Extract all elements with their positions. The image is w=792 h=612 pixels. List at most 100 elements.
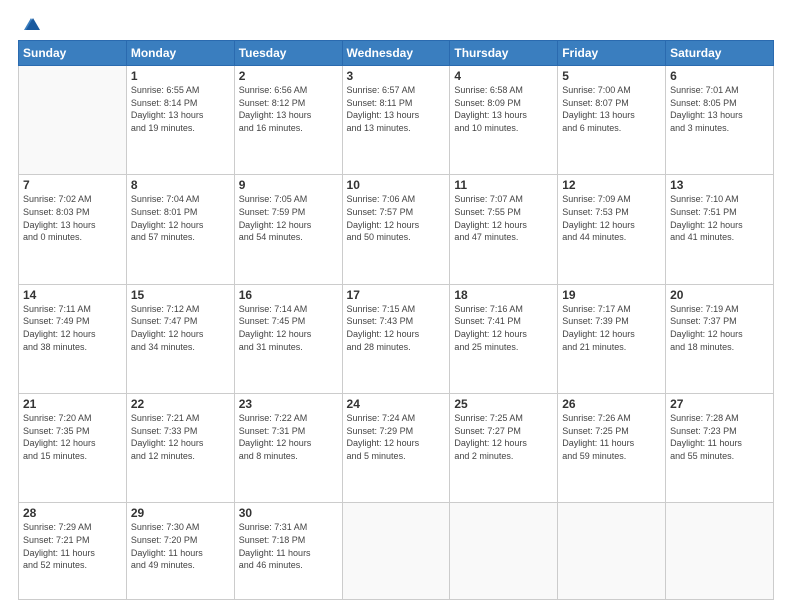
- day-number: 28: [23, 506, 122, 520]
- day-number: 5: [562, 69, 661, 83]
- day-info: Sunrise: 7:31 AMSunset: 7:18 PMDaylight:…: [239, 521, 338, 571]
- calendar-cell: 18Sunrise: 7:16 AMSunset: 7:41 PMDayligh…: [450, 284, 558, 393]
- day-number: 4: [454, 69, 553, 83]
- day-number: 1: [131, 69, 230, 83]
- calendar-cell: 26Sunrise: 7:26 AMSunset: 7:25 PMDayligh…: [558, 394, 666, 503]
- page-header: [18, 18, 774, 30]
- day-number: 20: [670, 288, 769, 302]
- day-number: 11: [454, 178, 553, 192]
- logo-icon: [20, 16, 42, 34]
- day-number: 23: [239, 397, 338, 411]
- day-info: Sunrise: 7:00 AMSunset: 8:07 PMDaylight:…: [562, 84, 661, 134]
- day-info: Sunrise: 6:57 AMSunset: 8:11 PMDaylight:…: [347, 84, 446, 134]
- day-number: 12: [562, 178, 661, 192]
- weekday-header-row: SundayMondayTuesdayWednesdayThursdayFrid…: [19, 41, 774, 66]
- day-info: Sunrise: 7:25 AMSunset: 7:27 PMDaylight:…: [454, 412, 553, 462]
- calendar-cell: 13Sunrise: 7:10 AMSunset: 7:51 PMDayligh…: [666, 175, 774, 284]
- calendar-cell: [450, 503, 558, 600]
- day-info: Sunrise: 7:12 AMSunset: 7:47 PMDaylight:…: [131, 303, 230, 353]
- day-info: Sunrise: 7:09 AMSunset: 7:53 PMDaylight:…: [562, 193, 661, 243]
- calendar-cell: 4Sunrise: 6:58 AMSunset: 8:09 PMDaylight…: [450, 66, 558, 175]
- day-info: Sunrise: 6:55 AMSunset: 8:14 PMDaylight:…: [131, 84, 230, 134]
- calendar-cell: 25Sunrise: 7:25 AMSunset: 7:27 PMDayligh…: [450, 394, 558, 503]
- day-info: Sunrise: 7:04 AMSunset: 8:01 PMDaylight:…: [131, 193, 230, 243]
- day-info: Sunrise: 6:58 AMSunset: 8:09 PMDaylight:…: [454, 84, 553, 134]
- day-info: Sunrise: 7:01 AMSunset: 8:05 PMDaylight:…: [670, 84, 769, 134]
- day-info: Sunrise: 7:19 AMSunset: 7:37 PMDaylight:…: [670, 303, 769, 353]
- day-info: Sunrise: 7:30 AMSunset: 7:20 PMDaylight:…: [131, 521, 230, 571]
- calendar-cell: 11Sunrise: 7:07 AMSunset: 7:55 PMDayligh…: [450, 175, 558, 284]
- calendar-cell: 7Sunrise: 7:02 AMSunset: 8:03 PMDaylight…: [19, 175, 127, 284]
- calendar-cell: 3Sunrise: 6:57 AMSunset: 8:11 PMDaylight…: [342, 66, 450, 175]
- calendar-cell: 10Sunrise: 7:06 AMSunset: 7:57 PMDayligh…: [342, 175, 450, 284]
- calendar-cell: 20Sunrise: 7:19 AMSunset: 7:37 PMDayligh…: [666, 284, 774, 393]
- calendar-table: SundayMondayTuesdayWednesdayThursdayFrid…: [18, 40, 774, 600]
- day-number: 16: [239, 288, 338, 302]
- day-info: Sunrise: 7:22 AMSunset: 7:31 PMDaylight:…: [239, 412, 338, 462]
- day-info: Sunrise: 7:15 AMSunset: 7:43 PMDaylight:…: [347, 303, 446, 353]
- day-number: 8: [131, 178, 230, 192]
- weekday-header-friday: Friday: [558, 41, 666, 66]
- day-number: 15: [131, 288, 230, 302]
- day-number: 29: [131, 506, 230, 520]
- calendar-cell: 24Sunrise: 7:24 AMSunset: 7:29 PMDayligh…: [342, 394, 450, 503]
- calendar-cell: 23Sunrise: 7:22 AMSunset: 7:31 PMDayligh…: [234, 394, 342, 503]
- day-info: Sunrise: 7:07 AMSunset: 7:55 PMDaylight:…: [454, 193, 553, 243]
- logo: [18, 18, 42, 30]
- day-number: 27: [670, 397, 769, 411]
- calendar-cell: 21Sunrise: 7:20 AMSunset: 7:35 PMDayligh…: [19, 394, 127, 503]
- calendar-cell: [558, 503, 666, 600]
- calendar-cell: 2Sunrise: 6:56 AMSunset: 8:12 PMDaylight…: [234, 66, 342, 175]
- day-info: Sunrise: 7:24 AMSunset: 7:29 PMDaylight:…: [347, 412, 446, 462]
- week-row-4: 21Sunrise: 7:20 AMSunset: 7:35 PMDayligh…: [19, 394, 774, 503]
- calendar-cell: 17Sunrise: 7:15 AMSunset: 7:43 PMDayligh…: [342, 284, 450, 393]
- calendar-cell: 12Sunrise: 7:09 AMSunset: 7:53 PMDayligh…: [558, 175, 666, 284]
- day-number: 14: [23, 288, 122, 302]
- day-number: 9: [239, 178, 338, 192]
- calendar-cell: [19, 66, 127, 175]
- calendar-cell: 5Sunrise: 7:00 AMSunset: 8:07 PMDaylight…: [558, 66, 666, 175]
- week-row-1: 1Sunrise: 6:55 AMSunset: 8:14 PMDaylight…: [19, 66, 774, 175]
- day-number: 3: [347, 69, 446, 83]
- weekday-header-saturday: Saturday: [666, 41, 774, 66]
- calendar-cell: 16Sunrise: 7:14 AMSunset: 7:45 PMDayligh…: [234, 284, 342, 393]
- calendar-cell: 22Sunrise: 7:21 AMSunset: 7:33 PMDayligh…: [126, 394, 234, 503]
- week-row-3: 14Sunrise: 7:11 AMSunset: 7:49 PMDayligh…: [19, 284, 774, 393]
- calendar-cell: 9Sunrise: 7:05 AMSunset: 7:59 PMDaylight…: [234, 175, 342, 284]
- day-number: 7: [23, 178, 122, 192]
- weekday-header-thursday: Thursday: [450, 41, 558, 66]
- day-info: Sunrise: 6:56 AMSunset: 8:12 PMDaylight:…: [239, 84, 338, 134]
- week-row-2: 7Sunrise: 7:02 AMSunset: 8:03 PMDaylight…: [19, 175, 774, 284]
- calendar-cell: 14Sunrise: 7:11 AMSunset: 7:49 PMDayligh…: [19, 284, 127, 393]
- day-number: 10: [347, 178, 446, 192]
- weekday-header-monday: Monday: [126, 41, 234, 66]
- calendar-cell: 6Sunrise: 7:01 AMSunset: 8:05 PMDaylight…: [666, 66, 774, 175]
- day-info: Sunrise: 7:14 AMSunset: 7:45 PMDaylight:…: [239, 303, 338, 353]
- calendar-cell: 19Sunrise: 7:17 AMSunset: 7:39 PMDayligh…: [558, 284, 666, 393]
- day-number: 18: [454, 288, 553, 302]
- day-info: Sunrise: 7:06 AMSunset: 7:57 PMDaylight:…: [347, 193, 446, 243]
- calendar-cell: 1Sunrise: 6:55 AMSunset: 8:14 PMDaylight…: [126, 66, 234, 175]
- calendar-cell: [342, 503, 450, 600]
- day-number: 26: [562, 397, 661, 411]
- day-info: Sunrise: 7:26 AMSunset: 7:25 PMDaylight:…: [562, 412, 661, 462]
- day-number: 2: [239, 69, 338, 83]
- day-number: 24: [347, 397, 446, 411]
- weekday-header-wednesday: Wednesday: [342, 41, 450, 66]
- calendar-cell: 28Sunrise: 7:29 AMSunset: 7:21 PMDayligh…: [19, 503, 127, 600]
- day-number: 13: [670, 178, 769, 192]
- day-info: Sunrise: 7:10 AMSunset: 7:51 PMDaylight:…: [670, 193, 769, 243]
- day-info: Sunrise: 7:29 AMSunset: 7:21 PMDaylight:…: [23, 521, 122, 571]
- day-number: 25: [454, 397, 553, 411]
- weekday-header-sunday: Sunday: [19, 41, 127, 66]
- day-info: Sunrise: 7:11 AMSunset: 7:49 PMDaylight:…: [23, 303, 122, 353]
- day-info: Sunrise: 7:17 AMSunset: 7:39 PMDaylight:…: [562, 303, 661, 353]
- day-info: Sunrise: 7:21 AMSunset: 7:33 PMDaylight:…: [131, 412, 230, 462]
- day-number: 6: [670, 69, 769, 83]
- day-number: 19: [562, 288, 661, 302]
- calendar-cell: 15Sunrise: 7:12 AMSunset: 7:47 PMDayligh…: [126, 284, 234, 393]
- day-info: Sunrise: 7:28 AMSunset: 7:23 PMDaylight:…: [670, 412, 769, 462]
- calendar-cell: 30Sunrise: 7:31 AMSunset: 7:18 PMDayligh…: [234, 503, 342, 600]
- calendar-cell: 29Sunrise: 7:30 AMSunset: 7:20 PMDayligh…: [126, 503, 234, 600]
- calendar-cell: 8Sunrise: 7:04 AMSunset: 8:01 PMDaylight…: [126, 175, 234, 284]
